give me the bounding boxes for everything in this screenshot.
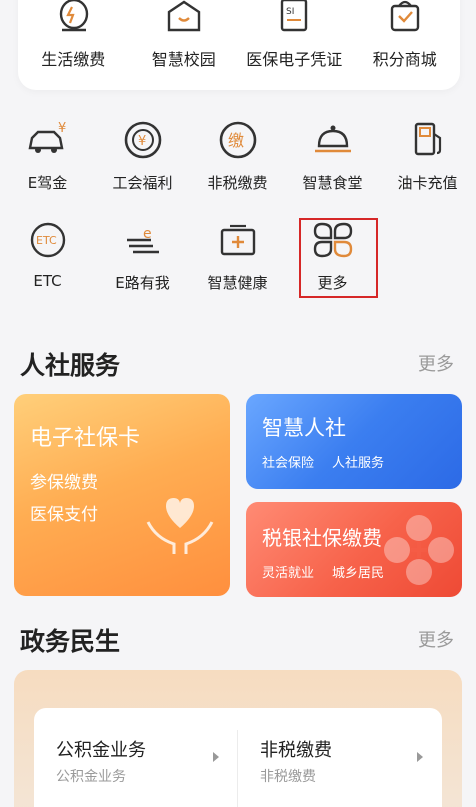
grid-row-1: ¥ E驾金 ¥ 工会福利 缴 非税缴费 智慧食堂 油卡充值	[0, 112, 476, 212]
fuel-pump-icon	[414, 122, 441, 156]
gov-item-sub: 非税缴费	[260, 769, 316, 785]
heart-hands-icon	[146, 498, 214, 554]
grid-item-e-jiajin[interactable]: ¥ E驾金	[0, 112, 95, 212]
card-smart-hr[interactable]: 智慧人社 社会保险 人社服务	[246, 394, 462, 489]
section-more-social[interactable]: 更多	[418, 350, 454, 376]
non-tax-payment-icon: 缴	[219, 121, 256, 159]
svg-text:¥: ¥	[138, 134, 146, 149]
grid-label: 智慧健康	[207, 274, 268, 292]
service-life-payment[interactable]: 生活缴费	[18, 0, 129, 90]
card-title: 智慧人社	[262, 416, 346, 440]
service-label: 智慧校园	[151, 50, 216, 69]
svg-text:SI: SI	[286, 7, 294, 17]
health-kit-icon	[220, 224, 255, 256]
grid-label: 油卡充值	[397, 174, 458, 192]
union-welfare-icon: ¥	[124, 121, 161, 159]
grid-item-union-welfare[interactable]: ¥ 工会福利	[95, 112, 190, 212]
grid-label: ETC	[33, 272, 62, 290]
road-e-icon: e	[126, 226, 159, 254]
svg-text:ETC: ETC	[36, 234, 57, 247]
service-label: 生活缴费	[41, 50, 106, 69]
card-title: 税银社保缴费	[262, 526, 382, 550]
grid-item-non-tax[interactable]: 缴 非税缴费	[190, 112, 285, 212]
grid-row-2: ETC ETC e E路有我 智慧健康 更多	[0, 212, 476, 312]
gov-item-housing-fund[interactable]: 公积金业务 公积金业务	[34, 708, 238, 807]
grid-item-smart-health[interactable]: 智慧健康	[190, 212, 285, 312]
etc-icon: ETC	[30, 222, 65, 258]
grid-label: E路有我	[115, 274, 170, 292]
grid-label: 更多	[317, 274, 348, 292]
card-electronic-social-card[interactable]: 电子社保卡 参保缴费 医保支付	[14, 394, 230, 596]
card-sub: 社会保险	[262, 456, 315, 471]
gov-item-title: 非税缴费	[260, 740, 332, 761]
section-title-gov: 政务民生	[20, 627, 121, 656]
section-title-social: 人社服务	[20, 351, 121, 380]
service-label: 积分商城	[372, 50, 437, 69]
caret-right-icon	[417, 752, 423, 762]
cloche-icon	[314, 125, 351, 153]
life-payment-icon	[60, 0, 89, 32]
gov-item-title: 公积金业务	[56, 740, 146, 761]
medical-voucher-icon: SI	[281, 0, 308, 32]
top-services-row: 生活缴费 智慧校园 SI 医保电子凭证 积分商城	[18, 0, 460, 90]
grid-label: E驾金	[27, 174, 68, 192]
grid-item-more[interactable]: 更多	[285, 212, 380, 312]
service-smart-campus[interactable]: 智慧校园	[129, 0, 240, 90]
grid-item-smart-canteen[interactable]: 智慧食堂	[285, 112, 380, 212]
service-medical-voucher[interactable]: SI 医保电子凭证	[239, 0, 350, 90]
service-points-mall[interactable]: 积分商城	[350, 0, 461, 90]
card-sub: 人社服务	[332, 456, 385, 471]
grid-item-fuel-card[interactable]: 油卡充值	[380, 112, 475, 212]
car-yuan-icon: ¥	[28, 121, 66, 153]
card-title: 电子社保卡	[30, 426, 141, 451]
gov-services-card: 公积金业务 公积金业务 非税缴费 非税缴费	[34, 708, 442, 807]
card-sub: 灵活就业	[262, 566, 315, 581]
grid-label: 工会福利	[112, 174, 173, 192]
gov-item-non-tax[interactable]: 非税缴费 非税缴费	[238, 708, 442, 807]
section-more-gov[interactable]: 更多	[418, 626, 454, 652]
grid-item-e-road[interactable]: e E路有我	[95, 212, 190, 312]
card-sub: 城乡居民	[332, 566, 385, 581]
cross-flower-icon	[384, 515, 454, 585]
service-label: 医保电子凭证	[246, 50, 343, 69]
smart-campus-icon	[167, 0, 200, 32]
svg-text:¥: ¥	[58, 121, 66, 136]
gov-item-sub: 公积金业务	[56, 769, 126, 785]
grid-label: 智慧食堂	[302, 174, 363, 192]
card-line: 参保缴费	[30, 473, 98, 493]
points-mall-icon	[390, 0, 419, 32]
card-line: 医保支付	[30, 505, 98, 525]
svg-text:缴: 缴	[228, 131, 244, 150]
more-clover-icon	[313, 222, 352, 258]
caret-right-icon	[213, 752, 219, 762]
grid-label: 非税缴费	[207, 174, 268, 192]
grid-item-etc[interactable]: ETC ETC	[0, 212, 95, 312]
service-grid: ¥ E驾金 ¥ 工会福利 缴 非税缴费 智慧食堂 油卡充值 ETC ETC e …	[0, 112, 476, 312]
card-tax-bank-social[interactable]: 税银社保缴费 灵活就业 城乡居民	[246, 502, 462, 597]
svg-text:e: e	[143, 226, 152, 242]
